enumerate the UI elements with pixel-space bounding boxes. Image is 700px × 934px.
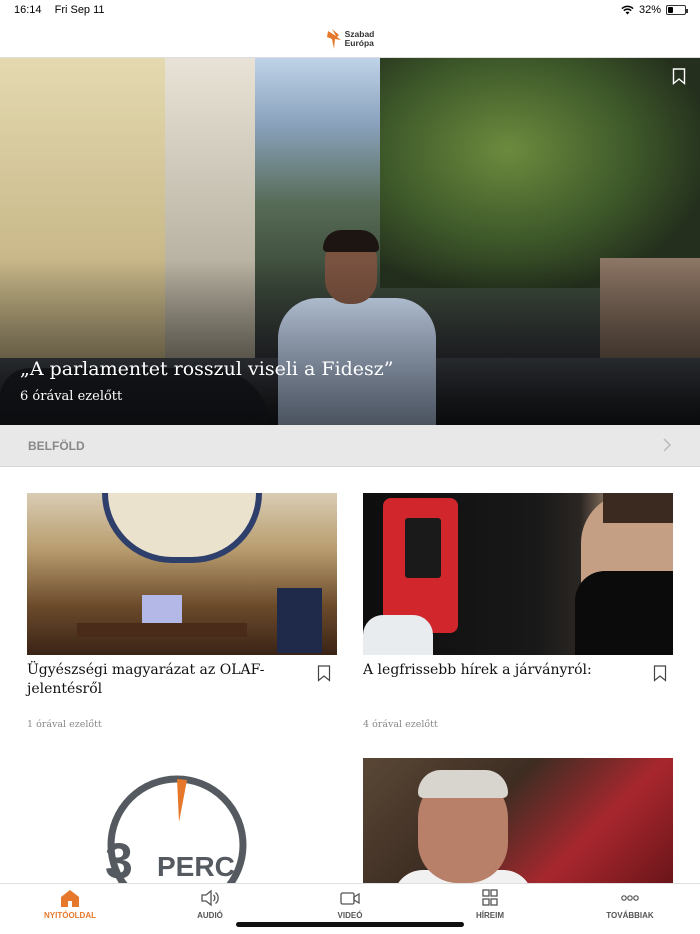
article-image <box>363 493 673 655</box>
status-date: Fri Sep 11 <box>54 4 105 16</box>
more-dots-icon <box>621 895 639 901</box>
status-bar: 16:14 Fri Sep 11 32% <box>0 0 700 20</box>
app-header: Szabad Európa <box>0 20 700 58</box>
hero-title[interactable]: „A parlamentet rosszul viseli a Fidesz” <box>20 358 394 380</box>
article-image: 3 PERC <box>27 758 337 883</box>
logo-text: Szabad Európa <box>344 28 375 48</box>
perc-word: PERC <box>157 851 235 882</box>
szabad-europa-logo[interactable]: Szabad Európa <box>326 27 375 51</box>
bookmark-icon[interactable] <box>317 665 331 682</box>
home-indicator[interactable] <box>236 922 464 927</box>
article-title[interactable]: Ügyészségi magyarázat az OLAF-jelentésrő… <box>27 661 337 699</box>
home-icon <box>61 890 79 907</box>
article-title[interactable]: A legfrissebb hírek a járványról: <box>363 661 673 680</box>
grid-icon <box>482 889 498 906</box>
speaker-icon <box>201 889 219 907</box>
battery-icon <box>666 5 688 15</box>
article-card[interactable]: Ügyészségi magyarázat az OLAF-jelentésrő… <box>27 493 337 730</box>
hero-timestamp: 6 órával ezelőtt <box>20 389 123 404</box>
chevron-right-icon <box>663 438 672 452</box>
flame-logo-icon <box>326 28 341 49</box>
3-perc-logo: 3 PERC <box>105 775 247 883</box>
article-image <box>27 493 337 655</box>
article-timestamp: 4 órával ezelőtt <box>363 719 438 730</box>
bookmark-icon[interactable] <box>653 665 667 682</box>
bookmark-icon[interactable] <box>672 68 686 85</box>
article-timestamp: 1 órával ezelőtt <box>27 719 102 730</box>
article-card[interactable]: A legfrissebb hírek a járványról: 4 óráv… <box>363 493 673 730</box>
video-camera-icon <box>340 892 360 905</box>
status-time: 16:14 <box>14 4 42 16</box>
article-card[interactable] <box>363 758 673 883</box>
section-label: BELFÖLD <box>28 438 85 453</box>
article-card[interactable]: 3 PERC <box>27 758 337 883</box>
tab-tovabbiak[interactable]: TOVÁBBIAK <box>560 884 700 934</box>
battery-percent: 32% <box>638 4 661 16</box>
section-header-belfold[interactable]: BELFÖLD <box>0 425 700 467</box>
perc-number: 3 <box>105 833 133 883</box>
hero-article[interactable]: „A parlamentet rosszul viseli a Fidesz” … <box>0 58 700 425</box>
tab-nyitooldal[interactable]: NYITÓOLDAL <box>0 884 140 934</box>
article-image <box>363 758 673 883</box>
wifi-icon <box>621 5 634 15</box>
